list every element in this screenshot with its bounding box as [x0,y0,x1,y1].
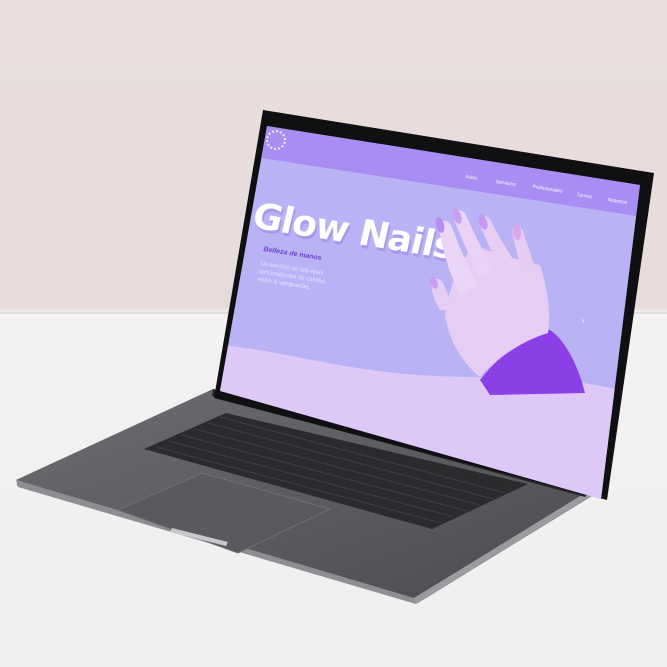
ring-logo-icon[interactable] [266,130,286,150]
hand-illustration [429,208,585,395]
